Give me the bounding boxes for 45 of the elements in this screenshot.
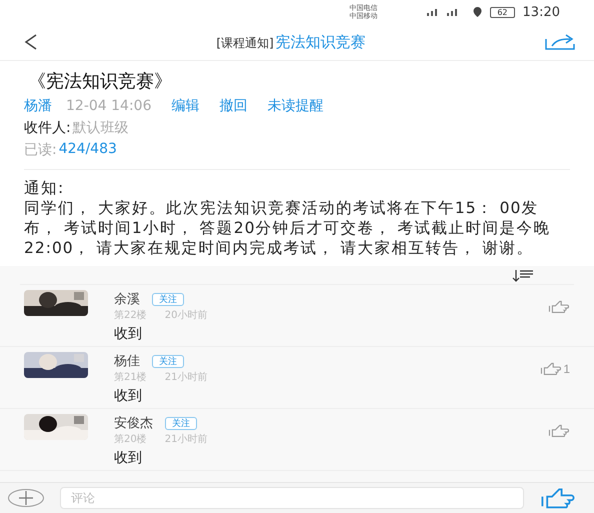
action-link[interactable]: 未读提醒	[267, 97, 324, 115]
thumbs-up-icon	[548, 424, 570, 438]
like-button[interactable]	[548, 300, 570, 314]
battery-level: 62	[490, 6, 515, 18]
thumbs-up-icon	[548, 300, 570, 314]
comment-time: 21小时前	[164, 432, 208, 446]
floor-number: 第21楼	[114, 370, 147, 384]
like-button[interactable]	[548, 424, 570, 438]
post-time: 12-04 14:06	[66, 98, 152, 114]
location-icon	[473, 7, 482, 17]
follow-button[interactable]: 关注	[165, 416, 197, 430]
like-button[interactable]: 1	[540, 362, 570, 376]
action-link[interactable]: 撤回	[219, 97, 248, 115]
comment-field[interactable]: 评论	[60, 487, 524, 509]
recipients-label: 收件人:	[24, 119, 71, 137]
thumbs-up-icon	[540, 487, 576, 509]
floor-number: 第22楼	[114, 308, 147, 322]
notice-category: [课程通知]	[216, 34, 274, 52]
back-icon[interactable]	[24, 34, 38, 50]
follow-button[interactable]: 关注	[152, 292, 184, 306]
comment-text: 收到	[114, 449, 143, 467]
commenter-name: 杨佳	[114, 353, 140, 370]
notice-body: 同学们， 大家好。此次宪法知识竞赛活动的考试将在下午15： 00发布， 考试时间1小时， 答题20分钟后才可交卷， 考试截止时间是今晚22:00， 请大家在规定时间内完成考试， 请大家相互转告， 谢谢。	[24, 198, 552, 258]
sort-icon[interactable]	[512, 270, 534, 282]
comment-text: 收到	[114, 387, 143, 405]
author-name: 杨潘	[24, 97, 52, 115]
commenter-name: 安俊杰	[114, 415, 153, 432]
comment-text: 收到	[114, 325, 143, 343]
floor-number: 第20楼	[114, 432, 147, 446]
notice-label: 通知:	[24, 178, 66, 198]
read-count: 424/483	[58, 141, 117, 159]
like-icon[interactable]	[540, 487, 576, 509]
plus-icon	[19, 491, 33, 505]
notice-title: 《宪法知识竞赛》	[27, 70, 173, 93]
thumbs-up-icon	[540, 362, 562, 376]
clock-time: 13:20	[522, 4, 560, 20]
comment-time: 20小时前	[164, 308, 208, 322]
comment-time: 21小时前	[164, 370, 208, 384]
follow-button[interactable]: 关注	[152, 354, 184, 368]
commenter-name: 余溪	[114, 291, 140, 308]
read-label: 已读:	[24, 141, 57, 159]
add-button[interactable]	[8, 489, 44, 507]
page-title: 宪法知识竞赛	[276, 32, 366, 52]
action-link[interactable]: 编辑	[171, 97, 200, 115]
recipients-value: 默认班级	[72, 119, 129, 137]
